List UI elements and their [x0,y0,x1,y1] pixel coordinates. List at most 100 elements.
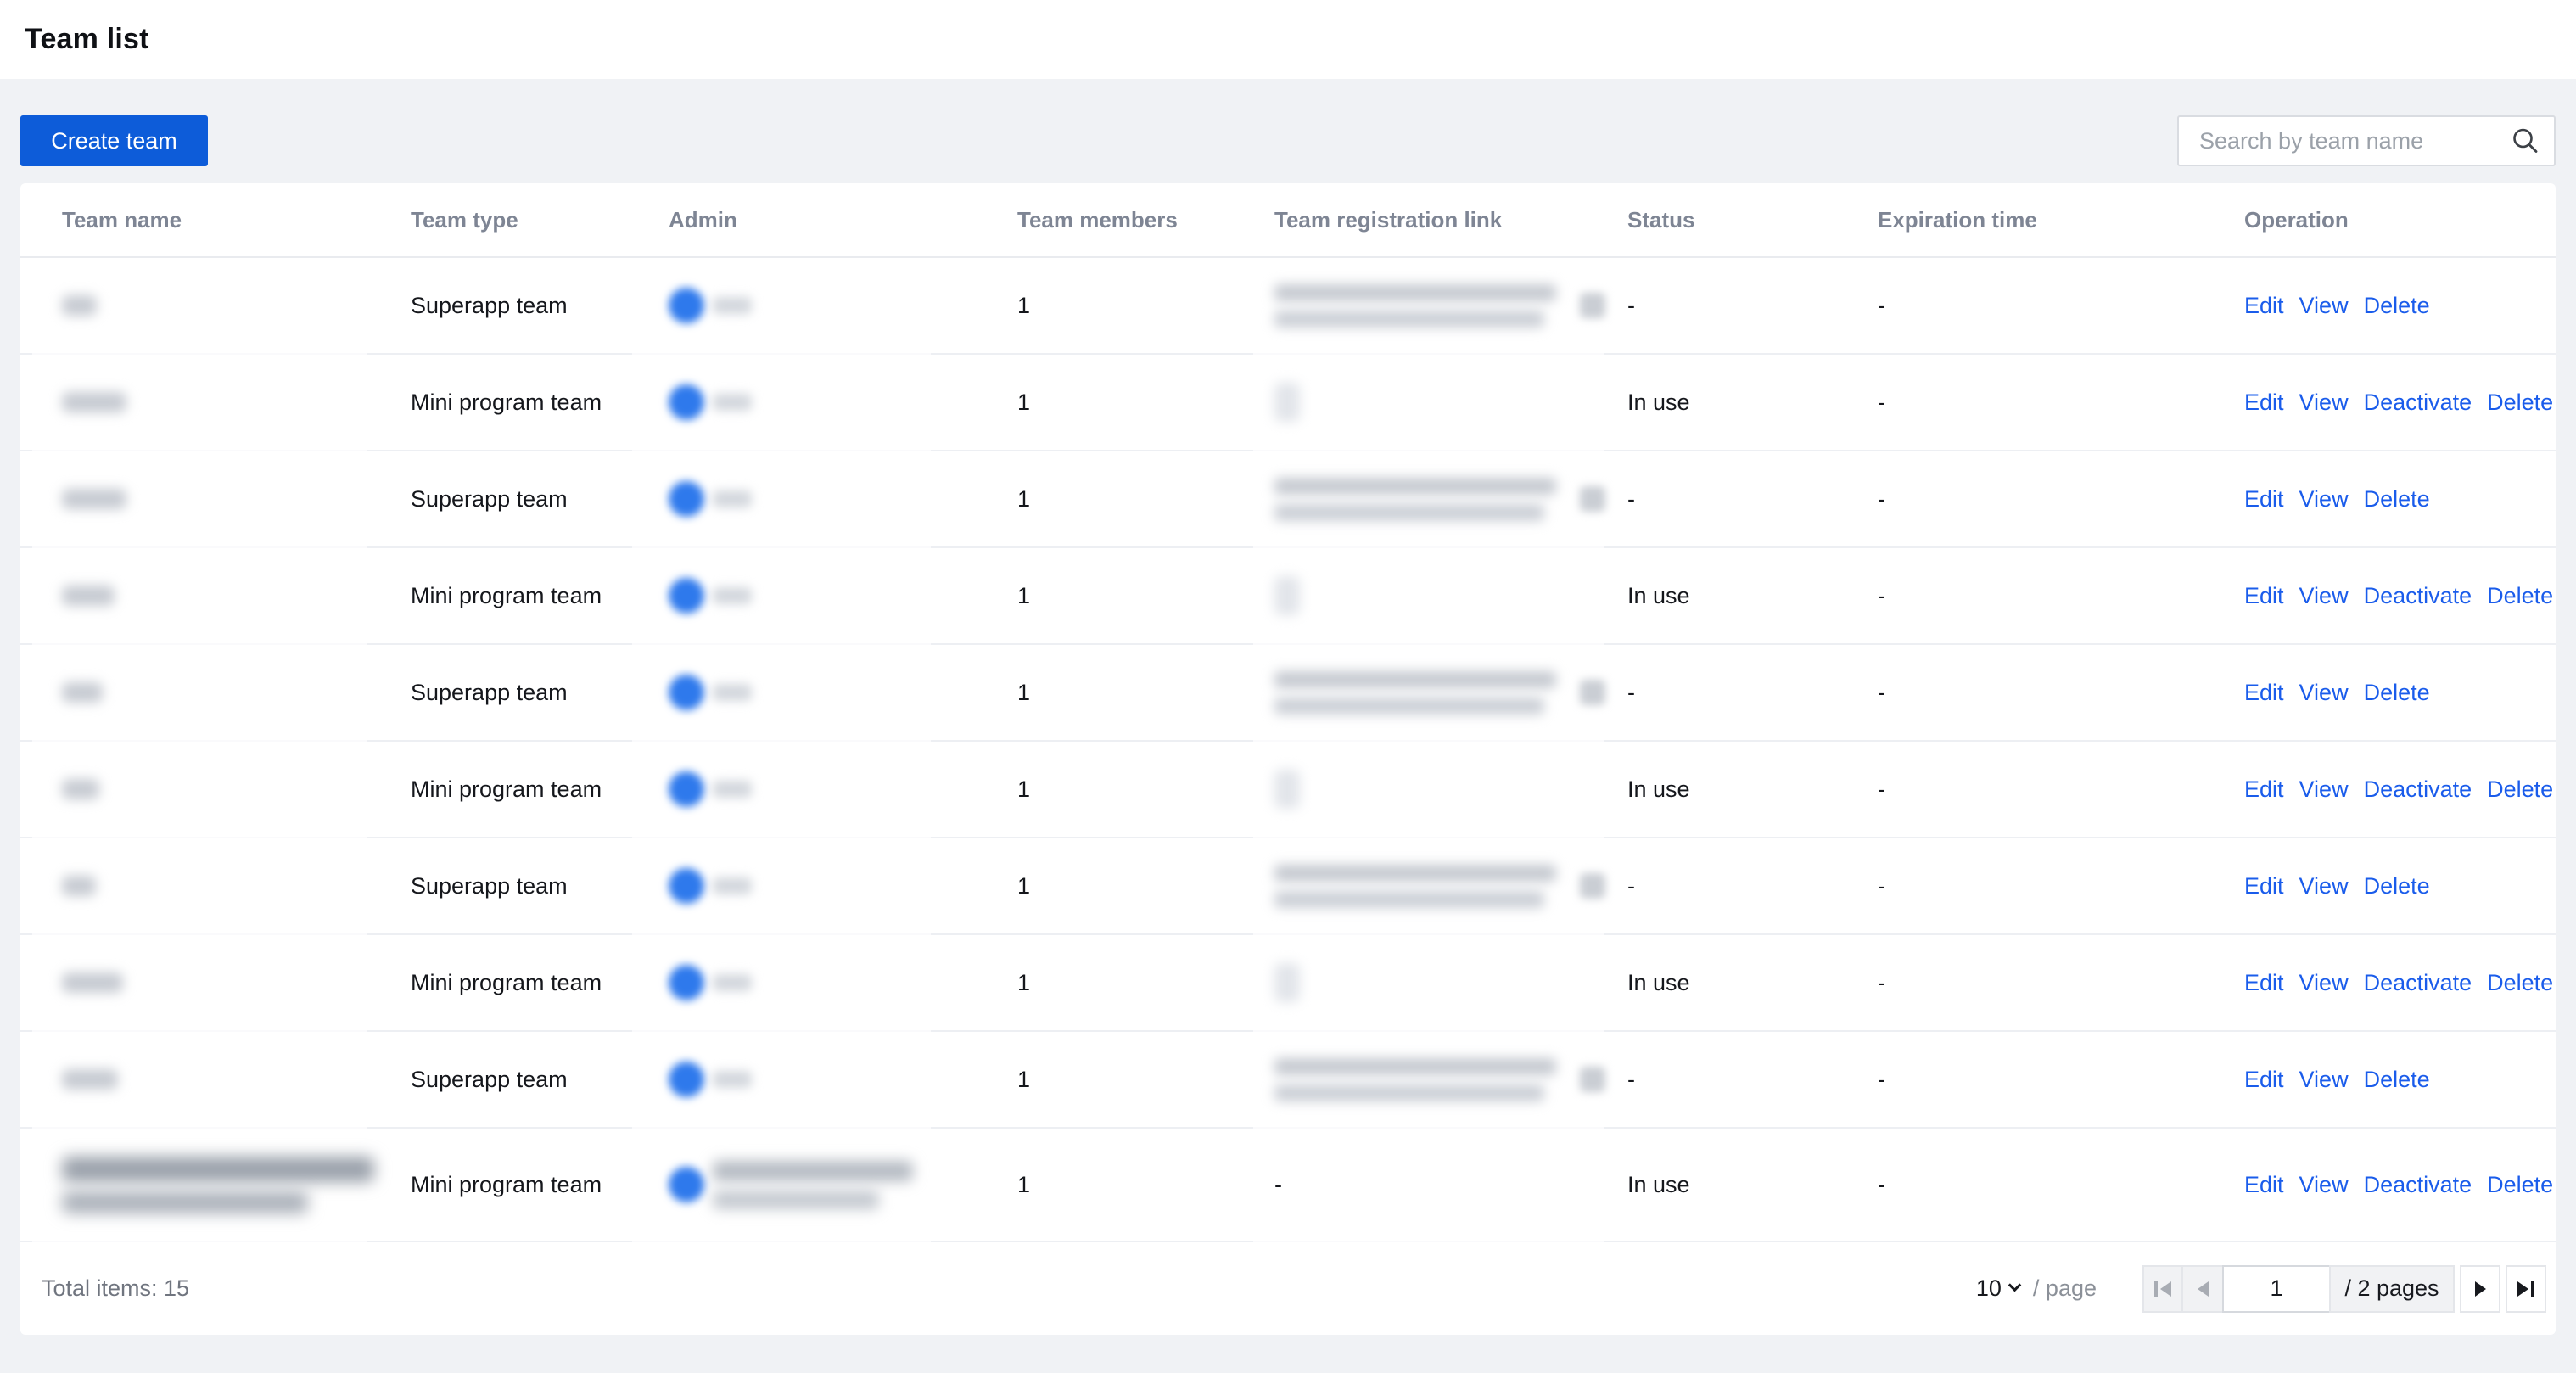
next-page-button[interactable] [2460,1265,2500,1313]
delete-link[interactable]: Delete [2364,1067,2430,1093]
page-header: Team list [0,0,2576,79]
admin-avatar [669,868,704,904]
edit-link[interactable]: Edit [2244,1172,2284,1198]
view-link[interactable]: View [2299,970,2349,996]
registration-link-cell [1274,671,1627,715]
redacted-text-blur [1274,891,1544,908]
redacted-text-blur [1274,478,1556,495]
view-link[interactable]: View [2299,680,2349,706]
edit-link[interactable]: Edit [2244,680,2284,706]
deactivate-link[interactable]: Deactivate [2364,970,2472,996]
view-link[interactable]: View [2299,486,2349,513]
admin-cell [669,675,1017,710]
delete-link[interactable]: Delete [2487,970,2553,996]
view-link[interactable]: View [2299,873,2349,899]
admin-name-blur [713,490,752,507]
delete-link[interactable]: Delete [2364,486,2430,513]
registration-link-blur [1274,478,1556,521]
admin-avatar [669,1167,704,1202]
delete-link[interactable]: Delete [2487,583,2553,609]
total-items-label: Total items: 15 [42,1275,189,1302]
view-link[interactable]: View [2299,293,2349,319]
page-size-select[interactable]: 10 [1976,1275,2019,1302]
delete-link[interactable]: Delete [2364,873,2430,899]
redacted-text-blur [1274,671,1556,688]
redacted-text-blur [62,682,103,703]
create-team-button[interactable]: Create team [20,115,208,166]
expiration-time-cell: - [1878,970,2229,996]
edit-link[interactable]: Edit [2244,776,2284,803]
status-cell: - [1627,680,1878,706]
view-link[interactable]: View [2299,1172,2349,1198]
registration-link-blur [1274,576,1300,615]
copy-icon[interactable] [1580,486,1605,512]
delete-link[interactable]: Delete [2487,389,2553,416]
expiration-time-cell: - [1878,486,2229,513]
arrow-right-icon [2475,1281,2486,1297]
registration-link-blur [1274,865,1556,908]
team-search-box[interactable] [2177,115,2556,166]
redacted-text-blur [62,1191,308,1213]
team-search-input[interactable] [2199,128,2510,154]
expiration-time-cell: - [1878,1172,2229,1198]
operation-cell: Edit View Delete [2229,486,2556,513]
edit-link[interactable]: Edit [2244,970,2284,996]
registration-link-cell [1274,383,1627,422]
redacted-text-blur [1274,698,1544,715]
delete-link[interactable]: Delete [2364,680,2430,706]
copy-icon[interactable] [1580,293,1605,318]
view-link[interactable]: View [2299,583,2349,609]
prev-page-button[interactable] [2181,1265,2224,1313]
deactivate-link[interactable]: Deactivate [2364,1172,2472,1198]
redacted-text-blur [713,1161,913,1181]
copy-icon[interactable] [1580,680,1605,705]
column-header-team-type: Team type [411,207,669,233]
search-icon[interactable] [2510,126,2540,156]
view-link[interactable]: View [2299,389,2349,416]
expiration-time-cell: - [1878,873,2229,899]
admin-cell [669,1161,1017,1209]
edit-link[interactable]: Edit [2244,1067,2284,1093]
column-header-team-name: Team name [62,207,411,233]
last-page-button[interactable] [2506,1265,2546,1313]
redacted-text-blur [62,972,123,993]
delete-link[interactable]: Delete [2487,776,2553,803]
redacted-text-blur [713,1191,879,1209]
page-size-value: 10 [1976,1275,2002,1302]
redacted-text-blur [62,295,97,316]
delete-link[interactable]: Delete [2364,293,2430,319]
registration-link-value: - [1274,1172,1282,1198]
registration-link-blur [1274,963,1300,1002]
deactivate-link[interactable]: Deactivate [2364,389,2472,416]
admin-name-blur [713,877,752,894]
edit-link[interactable]: Edit [2244,583,2284,609]
edit-link[interactable]: Edit [2244,293,2284,319]
operation-cell: Edit View Deactivate Delete [2229,970,2556,996]
operation-cell: Edit View Deactivate Delete [2229,583,2556,609]
team-members-cell: 1 [1017,293,1274,319]
edit-link[interactable]: Edit [2244,486,2284,513]
edit-link[interactable]: Edit [2244,389,2284,416]
column-header-team-members: Team members [1017,207,1274,233]
admin-avatar [669,1062,704,1097]
arrow-left-icon [2160,1281,2171,1297]
copy-icon[interactable] [1580,873,1605,899]
redacted-text-blur [1274,284,1556,301]
deactivate-link[interactable]: Deactivate [2364,776,2472,803]
team-members-cell: 1 [1017,970,1274,996]
view-link[interactable]: View [2299,776,2349,803]
delete-link[interactable]: Delete [2487,1172,2553,1198]
current-page-input[interactable]: 1 [2222,1265,2331,1313]
view-link[interactable]: View [2299,1067,2349,1093]
edit-link[interactable]: Edit [2244,873,2284,899]
status-cell: - [1627,1067,1878,1093]
deactivate-link[interactable]: Deactivate [2364,583,2472,609]
first-page-button[interactable] [2142,1265,2183,1313]
redacted-text-blur [1274,504,1544,521]
copy-icon[interactable] [1580,1067,1605,1092]
registration-link-cell [1274,478,1627,521]
admin-cell [669,578,1017,614]
team-members-cell: 1 [1017,1067,1274,1093]
admin-name-blur [713,297,752,314]
table-body: Superapp team1--EditViewDeleteMini progr… [20,258,2556,1242]
